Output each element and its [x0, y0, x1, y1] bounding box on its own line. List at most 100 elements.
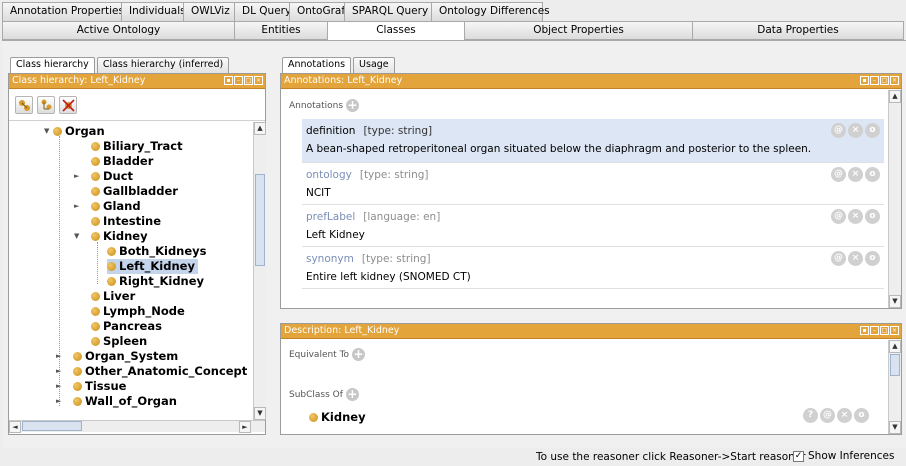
scroll-down-icon[interactable]: ▼ [889, 421, 901, 434]
tree-node-left-kidney[interactable]: Left_Kidney [107, 259, 198, 274]
annotate-icon[interactable]: @ [820, 408, 835, 423]
annotate-icon[interactable]: @ [831, 209, 846, 224]
tab-individuals[interactable]: Individuals [121, 2, 186, 21]
tree-node-gallbladder[interactable]: Gallbladder [91, 184, 178, 199]
collapsed-arrow-icon[interactable]: ► [56, 349, 61, 364]
add-superclass-icon[interactable]: + [345, 388, 359, 401]
show-inferences-checkbox[interactable]: ✓ [793, 450, 804, 462]
annotation-row-definition[interactable]: definition [type: string] A bean-shaped r… [302, 119, 884, 163]
annotate-icon[interactable]: @ [831, 251, 846, 266]
tree-node-kidney[interactable]: ▼ Kidney [74, 229, 148, 244]
tree-node-gland[interactable]: ► Gland [74, 199, 141, 214]
panel-pin-icon[interactable]: ▪ [860, 76, 869, 85]
annotate-icon[interactable]: @ [831, 123, 846, 138]
tree-node-right-kidney[interactable]: Right_Kidney [107, 274, 204, 289]
panel-minimize-icon[interactable]: – [870, 326, 879, 335]
collapsed-arrow-icon[interactable]: ► [56, 394, 61, 409]
scroll-thumb[interactable] [890, 354, 900, 376]
edit-icon[interactable]: o [865, 123, 880, 138]
tab-annotations[interactable]: Annotations [282, 57, 352, 73]
tab-class-hierarchy-inferred[interactable]: Class hierarchy (inferred) [96, 57, 230, 73]
tab-data-properties[interactable]: Data Properties [692, 21, 904, 40]
tab-owlviz[interactable]: OWLViz [183, 2, 235, 21]
add-sibling-button[interactable] [37, 95, 55, 114]
scroll-up-icon[interactable]: ▲ [889, 90, 901, 103]
collapsed-arrow-icon[interactable]: ► [56, 379, 61, 394]
tab-sparql-query[interactable]: SPARQL Query [344, 2, 432, 21]
delete-icon[interactable]: × [848, 251, 863, 266]
tree-horizontal-scrollbar[interactable]: ◄ ► [9, 420, 265, 433]
tree-vertical-scrollbar[interactable]: ▲ ▼ [253, 122, 266, 420]
tree-node-liver[interactable]: Liver [91, 289, 135, 304]
tree-node-both-kidneys[interactable]: Both_Kidneys [107, 244, 207, 259]
add-equivalent-icon[interactable]: + [352, 348, 366, 361]
scroll-up-icon[interactable]: ▲ [889, 340, 901, 353]
tree-node-wall-of-organ[interactable]: ► Wall_of_Organ [56, 394, 177, 409]
tab-active-ontology[interactable]: Active Ontology [2, 21, 235, 40]
panel-close-icon[interactable]: × [254, 76, 263, 85]
add-subclass-button[interactable] [15, 95, 33, 114]
tab-class-hierarchy[interactable]: Class hierarchy [10, 57, 95, 73]
tree-node-duct[interactable]: ► Duct [74, 169, 133, 184]
panel-close-icon[interactable]: × [890, 76, 899, 85]
tree-node-biliary-tract[interactable]: Biliary_Tract [91, 139, 183, 154]
delete-icon[interactable]: × [848, 167, 863, 182]
panel-pin-icon[interactable]: ▪ [224, 76, 233, 85]
annotations-vertical-scrollbar[interactable]: ▲ ▼ [888, 90, 901, 308]
tab-entities[interactable]: Entities [234, 21, 328, 40]
panel-minimize-icon[interactable]: – [234, 76, 243, 85]
description-vertical-scrollbar[interactable]: ▲ ▼ [888, 340, 901, 434]
edit-icon[interactable]: o [854, 408, 869, 423]
annotation-row-preflabel[interactable]: prefLabel [language: en] Left Kidney @ × … [302, 205, 884, 247]
edit-icon[interactable]: o [865, 209, 880, 224]
add-annotation-icon[interactable]: + [346, 99, 360, 112]
tab-ontology-differences[interactable]: Ontology Differences [431, 2, 550, 21]
tree-node-other-anatomic-concept[interactable]: ► Other_Anatomic_Concept [56, 364, 247, 379]
collapsed-arrow-icon[interactable]: ► [74, 169, 79, 184]
tree-node-bladder[interactable]: Bladder [91, 154, 153, 169]
scroll-up-icon[interactable]: ▲ [254, 122, 266, 135]
tree-node-organ-system[interactable]: ► Organ_System [56, 349, 178, 364]
edit-icon[interactable]: o [865, 167, 880, 182]
show-inferences-toggle[interactable]: ✓ Show Inferences [793, 450, 894, 462]
collapsed-arrow-icon[interactable]: ► [56, 364, 61, 379]
tree-node-organ[interactable]: ▼ Organ [44, 124, 105, 139]
scroll-left-icon[interactable]: ◄ [9, 421, 21, 433]
explain-icon[interactable]: ? [803, 408, 818, 423]
annotation-row-ontology[interactable]: ontology [type: string] NCIT @ × o [302, 163, 884, 205]
scroll-down-icon[interactable]: ▼ [254, 407, 266, 420]
panel-maximize-icon[interactable]: □ [880, 76, 889, 85]
panel-maximize-icon[interactable]: □ [244, 76, 253, 85]
delete-icon[interactable]: × [837, 408, 852, 423]
delete-icon[interactable]: × [848, 123, 863, 138]
superclass-kidney[interactable]: Kidney [309, 410, 366, 424]
panel-pin-icon[interactable]: ▪ [860, 326, 869, 335]
tab-dl-query[interactable]: DL Query [234, 2, 291, 21]
annotate-icon[interactable]: @ [831, 167, 846, 182]
panel-close-icon[interactable]: × [890, 326, 899, 335]
panel-maximize-icon[interactable]: □ [880, 326, 889, 335]
scroll-down-icon[interactable]: ▼ [889, 295, 901, 308]
tree-node-pancreas[interactable]: Pancreas [91, 319, 162, 334]
tab-usage[interactable]: Usage [353, 57, 395, 73]
expanded-arrow-icon[interactable]: ▼ [74, 229, 79, 244]
scroll-thumb[interactable] [255, 174, 265, 266]
scroll-thumb[interactable] [22, 421, 82, 431]
delete-icon[interactable]: × [848, 209, 863, 224]
edit-icon[interactable]: o [865, 251, 880, 266]
tab-classes[interactable]: Classes [327, 21, 465, 40]
expanded-arrow-icon[interactable]: ▼ [44, 124, 49, 139]
tab-object-properties[interactable]: Object Properties [464, 21, 693, 40]
tree-node-tissue[interactable]: ► Tissue [56, 379, 126, 394]
panel-minimize-icon[interactable]: – [870, 76, 879, 85]
tab-ontograf[interactable]: OntoGraf [289, 2, 345, 21]
collapsed-arrow-icon[interactable]: ► [74, 199, 79, 214]
delete-class-button[interactable] [59, 95, 77, 114]
scroll-right-icon[interactable]: ► [239, 421, 251, 433]
tab-annotation-properties[interactable]: Annotation Properties [2, 2, 124, 21]
annotation-row-synonym[interactable]: synonym [type: string] Entire left kidney… [302, 247, 884, 289]
tree-node-lymph-node[interactable]: Lymph_Node [91, 304, 185, 319]
tree-node-label: Right_Kidney [119, 274, 205, 288]
tree-node-spleen[interactable]: Spleen [91, 334, 147, 349]
tree-node-intestine[interactable]: Intestine [91, 214, 161, 229]
